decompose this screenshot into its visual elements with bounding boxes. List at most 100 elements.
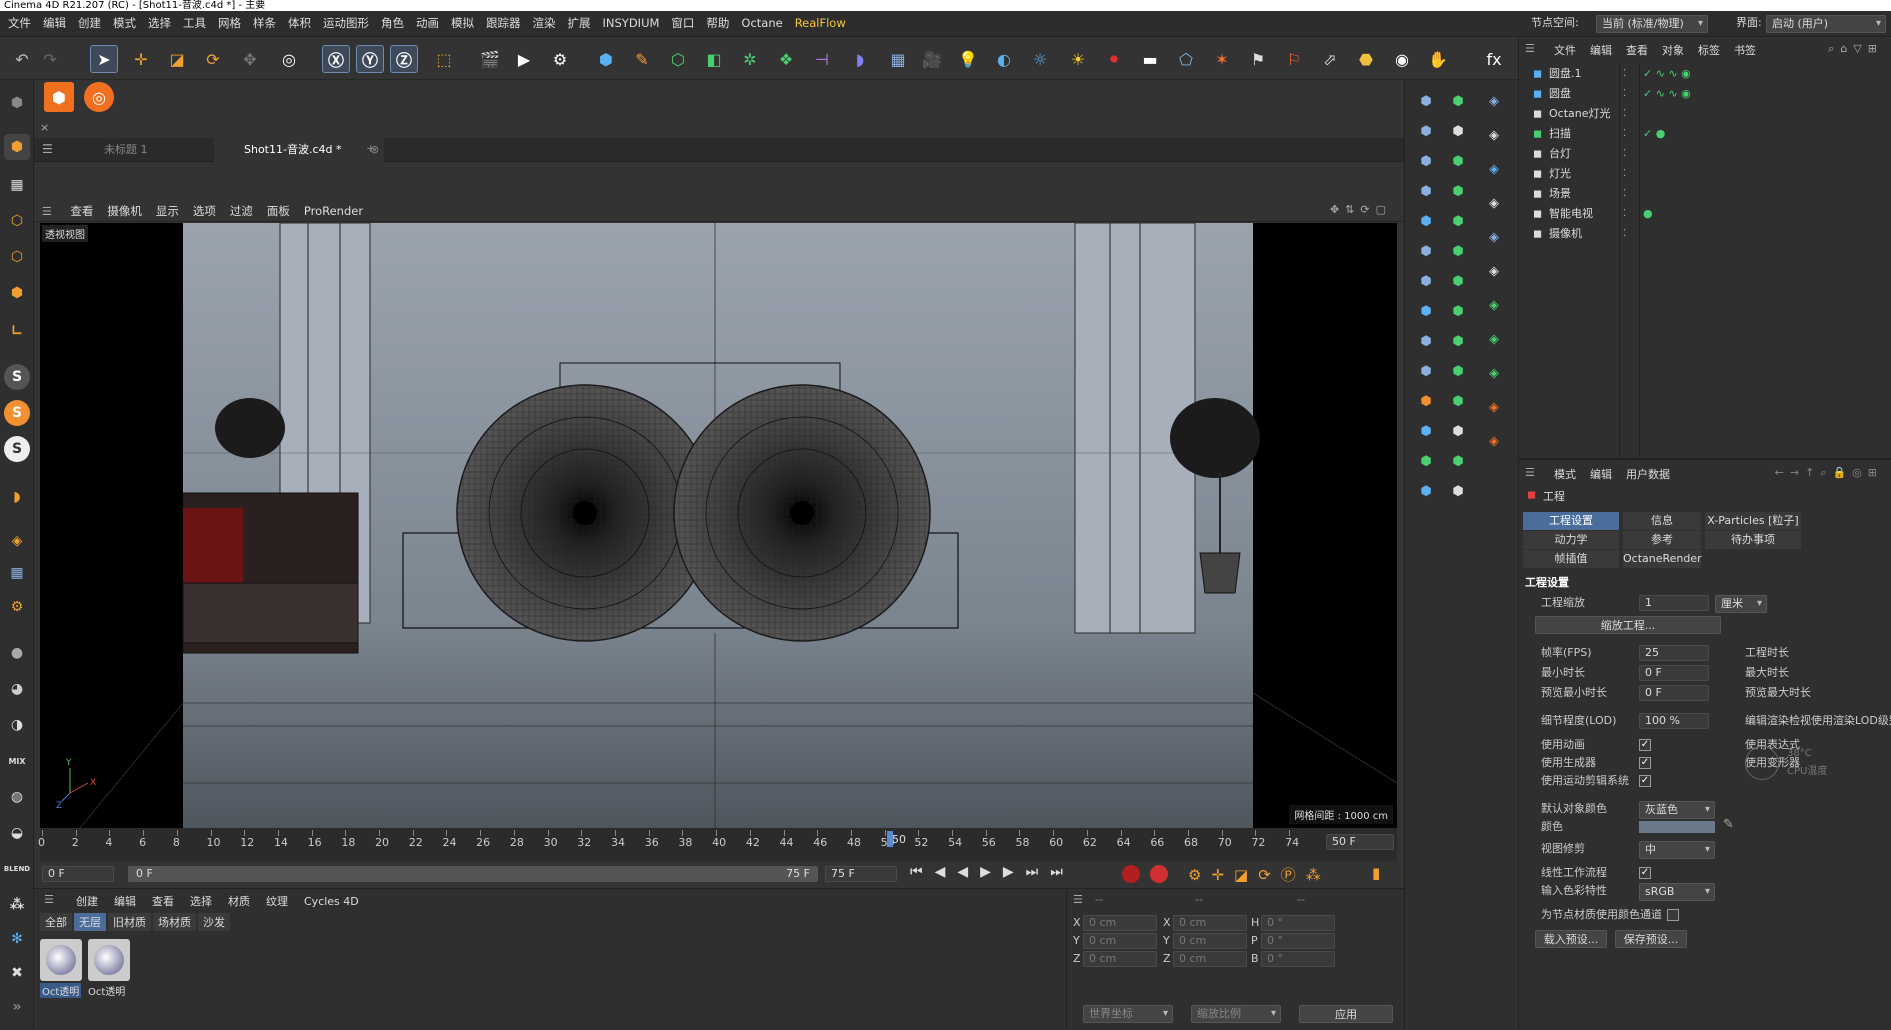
move-icon[interactable]: ✛ bbox=[127, 45, 155, 73]
b-icon[interactable]: ⬢ bbox=[1413, 448, 1439, 474]
material-filter-tab[interactable]: 全部 bbox=[40, 913, 72, 931]
object-name[interactable]: 灯光 bbox=[1549, 164, 1571, 184]
visibility-dots-icon[interactable]: ⁚ bbox=[1623, 204, 1626, 224]
preview-min-field[interactable]: 0 F bbox=[1639, 685, 1709, 701]
octane-settings-icon[interactable]: ◉ bbox=[1388, 45, 1416, 73]
s-icon[interactable]: ⬢ bbox=[1413, 388, 1439, 414]
material-swatch-1[interactable] bbox=[40, 939, 82, 981]
coord-value-field[interactable]: 0 ° bbox=[1261, 915, 1335, 931]
render-settings-icon[interactable]: ⚙ bbox=[546, 45, 574, 73]
layout-dropdown[interactable]: 启动 (用户) bbox=[1766, 15, 1886, 33]
om-menu-item[interactable]: 文件 bbox=[1547, 42, 1583, 58]
octane-object-tag-icon[interactable]: ⬠ bbox=[1172, 45, 1200, 73]
object-row[interactable]: ◼ 灯光 ⁚ bbox=[1519, 164, 1891, 184]
blend-icon[interactable]: BLEND bbox=[4, 856, 30, 882]
axis-mode-icon[interactable]: ∟ bbox=[4, 318, 30, 344]
coord-value-field[interactable]: 0 cm bbox=[1173, 933, 1247, 949]
sphere-icon[interactable]: ⬢ bbox=[1413, 88, 1439, 114]
tube-icon[interactable]: ⬢ bbox=[1413, 148, 1439, 174]
tree-icon[interactable]: ◈ bbox=[1481, 292, 1507, 318]
record-keyframe-icon[interactable] bbox=[1122, 865, 1140, 883]
material-menu-item[interactable]: 选择 bbox=[182, 893, 220, 909]
octane-export-icon[interactable]: ⬀ bbox=[1316, 45, 1344, 73]
menu-item[interactable]: RealFlow bbox=[789, 11, 852, 35]
qr-icon[interactable]: ⬢ bbox=[1413, 478, 1439, 504]
more-tools-icon[interactable]: » bbox=[4, 994, 30, 1020]
fx-icon[interactable]: fx bbox=[1480, 45, 1508, 73]
octane-sun-icon[interactable]: ☀ bbox=[1064, 45, 1092, 73]
coord-value-field[interactable]: 0 cm bbox=[1173, 951, 1247, 967]
om-menu-item[interactable]: 编辑 bbox=[1583, 42, 1619, 58]
text-icon[interactable]: ◈ bbox=[1481, 258, 1507, 284]
coord-value-field[interactable]: 0 cm bbox=[1173, 915, 1247, 931]
timeline-ruler[interactable]: 0 2 4 6 8 10 12 14 16 18 20 22 24 26 28 30 32 34 36 38 40 42 4… bbox=[38, 828, 1397, 861]
default-color-dropdown[interactable]: 灰蓝色 bbox=[1639, 801, 1715, 819]
om-menu-item[interactable]: 标签 bbox=[1691, 42, 1727, 58]
visibility-dots-icon[interactable]: ⁚ bbox=[1623, 84, 1626, 104]
apply-button[interactable]: 应用 bbox=[1299, 1005, 1393, 1023]
cube-blue-icon[interactable]: ⬢ bbox=[1413, 208, 1439, 234]
brush-icon[interactable]: ⁂ bbox=[4, 892, 30, 918]
material-menu-item[interactable]: 纹理 bbox=[258, 893, 296, 909]
lod-field[interactable]: 100 % bbox=[1639, 713, 1709, 729]
scale-unit-dropdown[interactable]: 厘米 bbox=[1715, 595, 1767, 613]
live-select-icon[interactable]: ◎ bbox=[275, 45, 303, 73]
field-icon[interactable]: ◗ bbox=[846, 45, 874, 73]
new-tab-icon[interactable]: + bbox=[366, 142, 375, 155]
coord-value-field[interactable]: 0 ° bbox=[1261, 933, 1335, 949]
scale-project-button[interactable]: 缩放工程... bbox=[1535, 616, 1721, 634]
menu-item[interactable]: 帮助 bbox=[700, 11, 735, 35]
cubes-icon[interactable]: ⬢ bbox=[1445, 358, 1471, 384]
camera-icon[interactable]: 🎥 bbox=[918, 45, 946, 73]
view-clip-dropdown[interactable]: 中 bbox=[1639, 841, 1715, 859]
emitter-icon[interactable]: ⬢ bbox=[1445, 118, 1471, 144]
object-tags-icon[interactable]: ✓ ∿ ∿ ◉ bbox=[1643, 84, 1691, 104]
rotate-icon[interactable]: ⟳ bbox=[199, 45, 227, 73]
extrude-icon[interactable]: ◧ bbox=[700, 45, 728, 73]
timeline-window-icon[interactable]: ▮ bbox=[1372, 864, 1380, 882]
current-frame-field[interactable]: 50 F bbox=[1326, 834, 1394, 850]
gear-icon[interactable]: ⬢ bbox=[1445, 88, 1471, 114]
am-menu-item[interactable]: 用户数据 bbox=[1619, 466, 1677, 482]
pen-spline-icon[interactable]: ✎ bbox=[628, 45, 656, 73]
menu-item[interactable]: 扩展 bbox=[562, 11, 597, 35]
menu-item[interactable]: 窗口 bbox=[665, 11, 700, 35]
world-coords-dropdown[interactable]: 世界坐标 bbox=[1083, 1005, 1173, 1023]
object-name[interactable]: Octane灯光 bbox=[1549, 104, 1611, 124]
coord-value-field[interactable]: 0 cm bbox=[1083, 951, 1157, 967]
color-swatch[interactable] bbox=[1639, 821, 1715, 833]
end-frame-field[interactable]: 75 F bbox=[825, 866, 897, 882]
material-filter-tab[interactable]: 无层 bbox=[74, 913, 106, 931]
start-frame-field[interactable]: 0 F bbox=[42, 866, 114, 882]
object-row[interactable]: ◼ 圆盘.1 ⁚ ✓ ∿ ∿ ◉ bbox=[1519, 64, 1891, 84]
object-name[interactable]: 圆盘.1 bbox=[1549, 64, 1582, 84]
undo-icon[interactable]: ↶ bbox=[8, 45, 36, 73]
material-menu-item[interactable]: 查看 bbox=[144, 893, 182, 909]
material-menu-item[interactable]: Cycles 4D bbox=[296, 895, 367, 908]
tab-menu-icon[interactable]: ☰ bbox=[42, 142, 53, 156]
menu-item[interactable]: 角色 bbox=[375, 11, 410, 35]
tab-todo[interactable]: 待办事项 bbox=[1705, 531, 1801, 549]
sweep-icon[interactable]: ◈ bbox=[1481, 190, 1507, 216]
visibility-dots-icon[interactable]: ⁚ bbox=[1623, 184, 1626, 204]
load-preset-button[interactable]: 载入预设... bbox=[1535, 930, 1607, 948]
keyframe-mode-icons[interactable]: ⚙✛◪⟳Ⓟ⁂ bbox=[1188, 864, 1331, 885]
magnet-icon[interactable]: ◗ bbox=[4, 484, 30, 510]
object-name[interactable]: 圆盘 bbox=[1549, 84, 1571, 104]
material-menu-item[interactable]: 创建 bbox=[68, 893, 106, 909]
y-axis-lock-icon[interactable]: Ⓨ bbox=[356, 45, 384, 73]
coordinate-system-icon[interactable]: ⬚ bbox=[430, 45, 458, 73]
menu-item[interactable]: 动画 bbox=[410, 11, 445, 35]
tab-xparticles[interactable]: X-Particles [粒子] bbox=[1705, 512, 1801, 530]
object-name[interactable]: 台灯 bbox=[1549, 144, 1571, 164]
node-color-checkbox[interactable] bbox=[1667, 909, 1679, 921]
am-nav-icons[interactable]: ←→↑⌕🔒◎⊞ bbox=[1775, 466, 1883, 480]
fire-icon[interactable]: ◈ bbox=[1481, 428, 1507, 454]
render-view-icon[interactable]: 🎬 bbox=[476, 45, 504, 73]
gouraud-shading-icon[interactable]: ◕ bbox=[4, 676, 30, 702]
render-picture-viewer-icon[interactable]: ▶ bbox=[510, 45, 538, 73]
z-axis-lock-icon[interactable]: Ⓩ bbox=[390, 45, 418, 73]
tab-interpolation[interactable]: 帧插值 bbox=[1523, 550, 1619, 568]
scale-dropdown[interactable]: 缩放比例 bbox=[1191, 1005, 1281, 1023]
soft-selection-icon[interactable]: S bbox=[4, 436, 30, 462]
